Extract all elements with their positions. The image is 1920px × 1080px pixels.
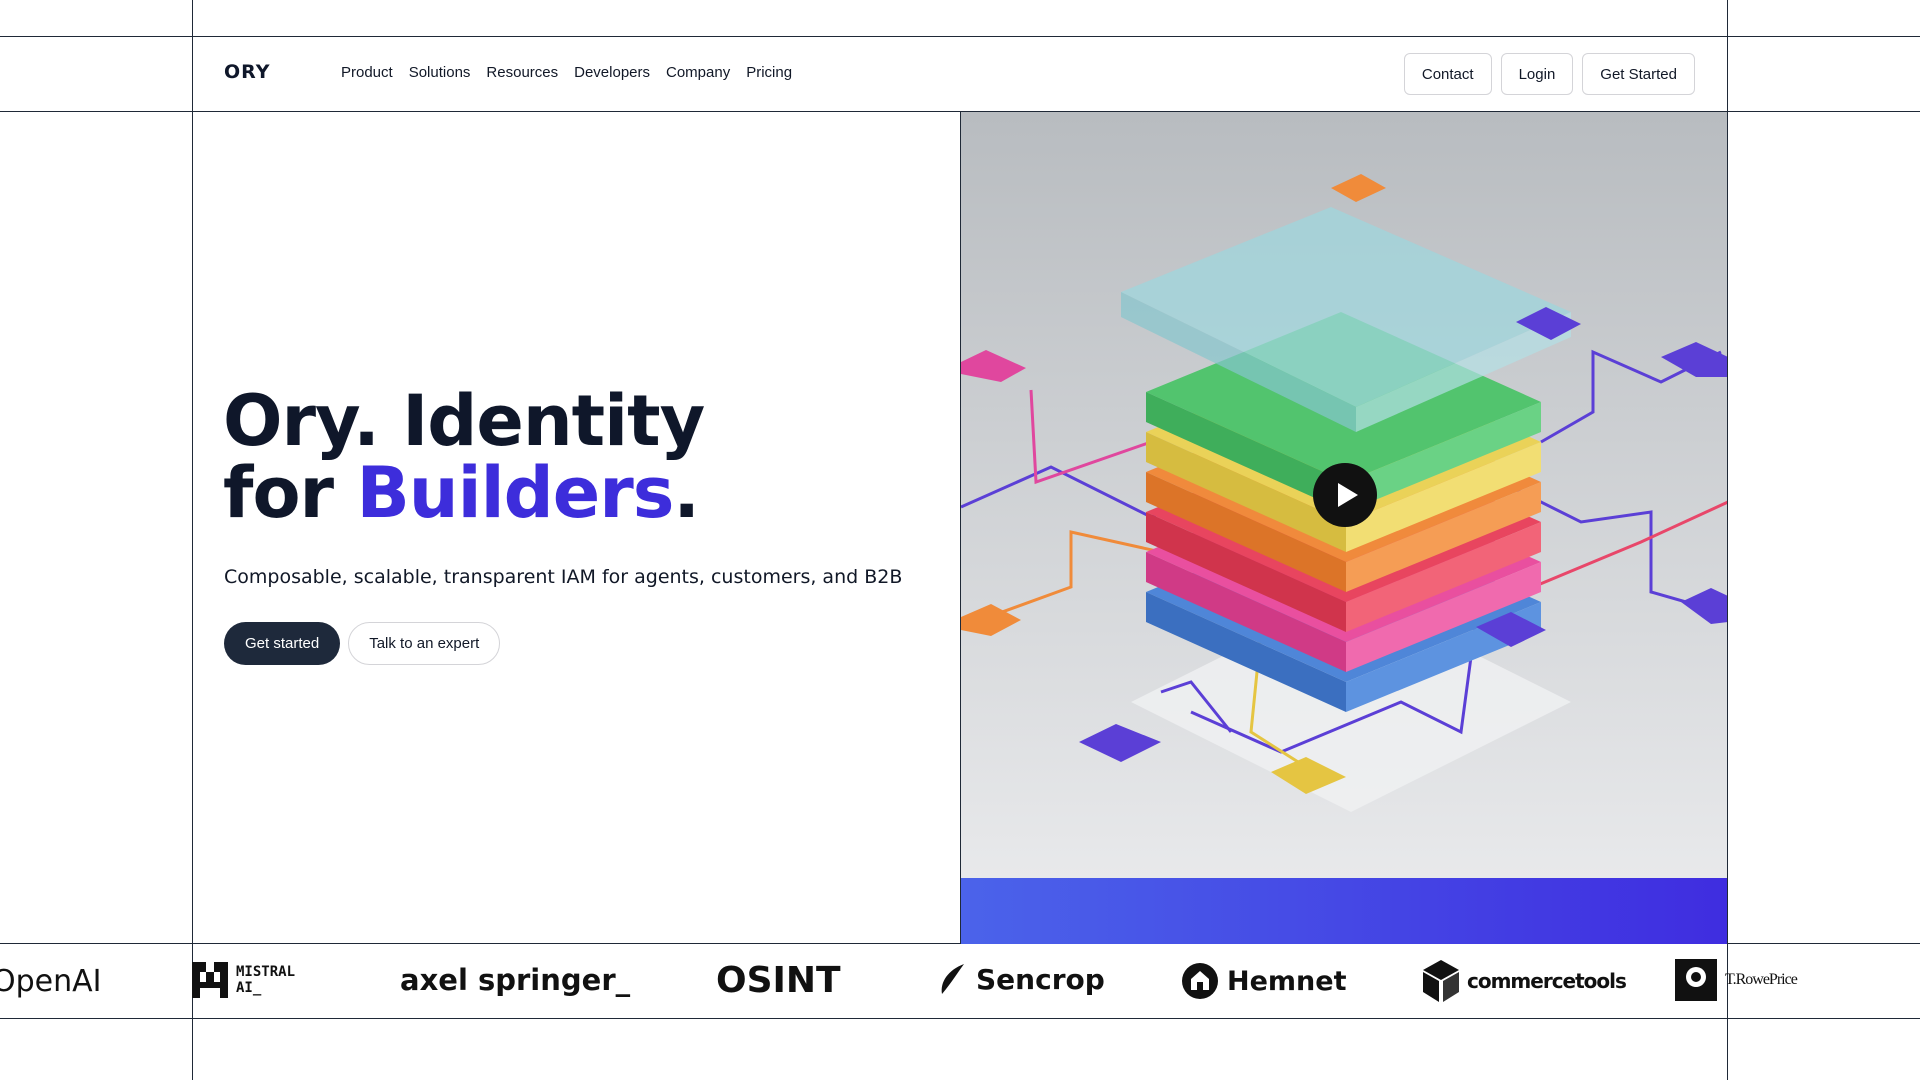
frame-line-strip-bottom <box>0 1018 1920 1019</box>
ory-logo[interactable]: ORY <box>224 61 271 83</box>
site-header: ORY Product Solutions Resources Develope… <box>193 37 1727 111</box>
axel-springer-logo: axel springer_ <box>400 963 631 997</box>
hero-title-accent: Builders <box>356 452 674 534</box>
nav-item-solutions[interactable]: Solutions <box>409 64 471 81</box>
openai-logo: OpenAI <box>0 964 102 999</box>
hero-title: Ory. Identity for Builders. <box>223 385 705 529</box>
hero-video[interactable] <box>960 112 1727 944</box>
hero-subtitle: Composable, scalable, transparent IAM fo… <box>224 566 903 588</box>
nav-item-developers[interactable]: Developers <box>574 64 650 81</box>
hemnet-logo: Hemnet <box>1181 962 1346 1000</box>
nav-item-company[interactable]: Company <box>666 64 730 81</box>
mistral-mark-icon <box>192 962 228 998</box>
commercetools-logo: commercetools <box>1423 960 1627 1002</box>
header-actions: Contact Login Get Started <box>1403 53 1695 95</box>
hero-title-prefix: for <box>223 452 357 534</box>
main-nav: Product Solutions Resources Developers C… <box>341 64 792 81</box>
play-button[interactable] <box>1313 463 1377 527</box>
osint-logo: OSINT <box>716 960 841 1001</box>
frame-line-left <box>192 0 193 1080</box>
hero-title-suffix: . <box>673 452 700 534</box>
contact-button[interactable]: Contact <box>1403 53 1492 95</box>
mistral-logo: MISTRAL AI_ <box>192 962 306 998</box>
nav-item-pricing[interactable]: Pricing <box>746 64 792 81</box>
customer-logos-strip: OpenAI MISTRAL AI_ axel springer_ OSINT … <box>0 944 1920 1018</box>
get-started-button[interactable]: Get started <box>224 622 341 665</box>
sencrop-leaf-icon <box>941 964 964 994</box>
play-icon <box>1337 483 1358 507</box>
troweprice-ram-icon <box>1675 959 1717 1001</box>
nav-item-resources[interactable]: Resources <box>486 64 558 81</box>
sencrop-logo: Sencrop <box>938 962 1105 996</box>
get-started-header-button[interactable]: Get Started <box>1582 53 1695 95</box>
hemnet-house-icon <box>1182 963 1218 999</box>
nav-item-product[interactable]: Product <box>341 64 393 81</box>
login-button[interactable]: Login <box>1500 53 1574 95</box>
commercetools-cube-icon <box>1423 960 1459 1002</box>
frame-line-right <box>1727 0 1728 1080</box>
talk-to-expert-button[interactable]: Talk to an expert <box>348 622 501 665</box>
hero-ctas: Get started Talk to an expert <box>224 622 501 665</box>
hero-title-line1: Ory. Identity <box>223 380 705 462</box>
troweprice-logo: T.RowePrice <box>1675 959 1798 1001</box>
video-gradient-bar <box>961 878 1727 944</box>
